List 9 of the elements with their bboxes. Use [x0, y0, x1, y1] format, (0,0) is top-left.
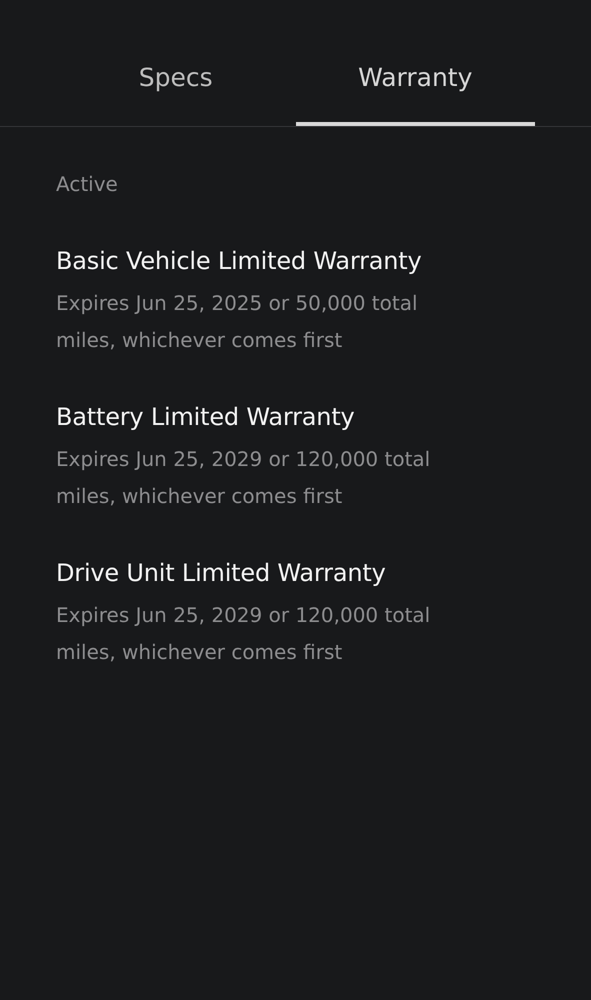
tab[interactable]: Warranty — [296, 0, 535, 126]
warranty-title: Drive Unit Limited Warranty — [56, 558, 387, 589]
section-heading: Active — [56, 171, 119, 198]
tab[interactable]: Specs — [56, 0, 296, 126]
warranty-description: Expires Jun 25, 2025 or 50,000 total miles, whichever comes first — [56, 290, 419, 354]
warranty-title: Basic Vehicle Limited Warranty — [56, 246, 422, 277]
warranty-description: Expires Jun 25, 2029 or 120,000 total miles, whichever comes first — [56, 602, 432, 666]
warranty-title: Battery Limited Warranty — [56, 402, 356, 433]
warranty-description: Expires Jun 25, 2029 or 120,000 total miles, whichever comes first — [56, 446, 432, 510]
